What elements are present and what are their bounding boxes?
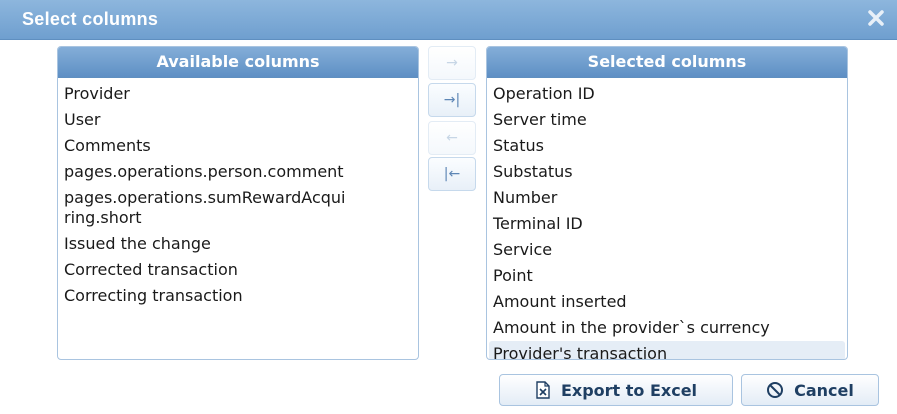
dialog-titlebar: Select columns <box>0 0 897 40</box>
list-item[interactable]: Amount inserted <box>487 289 847 315</box>
selected-columns-header: Selected columns <box>487 47 847 78</box>
list-item[interactable]: Provider's transaction <box>489 341 845 359</box>
selected-columns-list: Operation ID Server time Status Substatu… <box>487 78 847 359</box>
list-item[interactable]: Comments <box>58 133 418 159</box>
list-item[interactable]: Issued the change <box>58 231 418 257</box>
move-right-button[interactable]: → <box>428 46 476 80</box>
list-item[interactable]: User <box>58 107 418 133</box>
export-to-excel-button[interactable]: Export to Excel <box>499 374 733 406</box>
available-columns-list: Provider User Comments pages.operations.… <box>58 78 418 309</box>
arrow-left-bar-icon: |← <box>443 166 461 182</box>
cancel-button[interactable]: Cancel <box>741 374 879 406</box>
list-item[interactable]: Provider <box>58 81 418 107</box>
cancel-label: Cancel <box>794 380 854 400</box>
list-item[interactable]: Operation ID <box>487 81 847 107</box>
list-item[interactable]: Point <box>487 263 847 289</box>
available-columns-panel: Available columns Provider User Comments… <box>57 46 419 360</box>
list-item[interactable]: Correcting transaction <box>58 283 418 309</box>
arrow-right-bar-icon: →| <box>443 92 461 108</box>
arrow-left-icon: ← <box>446 130 458 146</box>
selected-columns-panel: Selected columns Operation ID Server tim… <box>486 46 848 360</box>
list-item[interactable]: Number <box>487 185 847 211</box>
list-item[interactable]: Status <box>487 133 847 159</box>
select-columns-dialog: Select columns Available columns Provide… <box>0 0 897 414</box>
list-item[interactable]: pages.operations.person.comment <box>58 159 418 185</box>
list-item[interactable]: Service <box>487 237 847 263</box>
available-columns-header: Available columns <box>58 47 418 78</box>
close-icon[interactable] <box>865 7 887 29</box>
move-left-button[interactable]: ← <box>428 121 476 155</box>
arrow-right-icon: → <box>446 55 458 71</box>
cancel-icon <box>766 381 784 399</box>
excel-icon <box>535 381 551 399</box>
move-all-right-button[interactable]: →| <box>428 83 476 117</box>
list-item[interactable]: Substatus <box>487 159 847 185</box>
list-item[interactable]: ring.short <box>58 208 418 231</box>
export-to-excel-label: Export to Excel <box>560 380 698 400</box>
list-item[interactable]: Amount in the provider`s currency <box>487 315 847 341</box>
list-item[interactable]: Server time <box>487 107 847 133</box>
list-item[interactable]: pages.operations.sumRewardAcqui <box>58 185 418 208</box>
move-all-left-button[interactable]: |← <box>428 157 476 191</box>
dialog-title: Select columns <box>22 9 159 29</box>
list-item[interactable]: Corrected transaction <box>58 257 418 283</box>
list-item[interactable]: Terminal ID <box>487 211 847 237</box>
